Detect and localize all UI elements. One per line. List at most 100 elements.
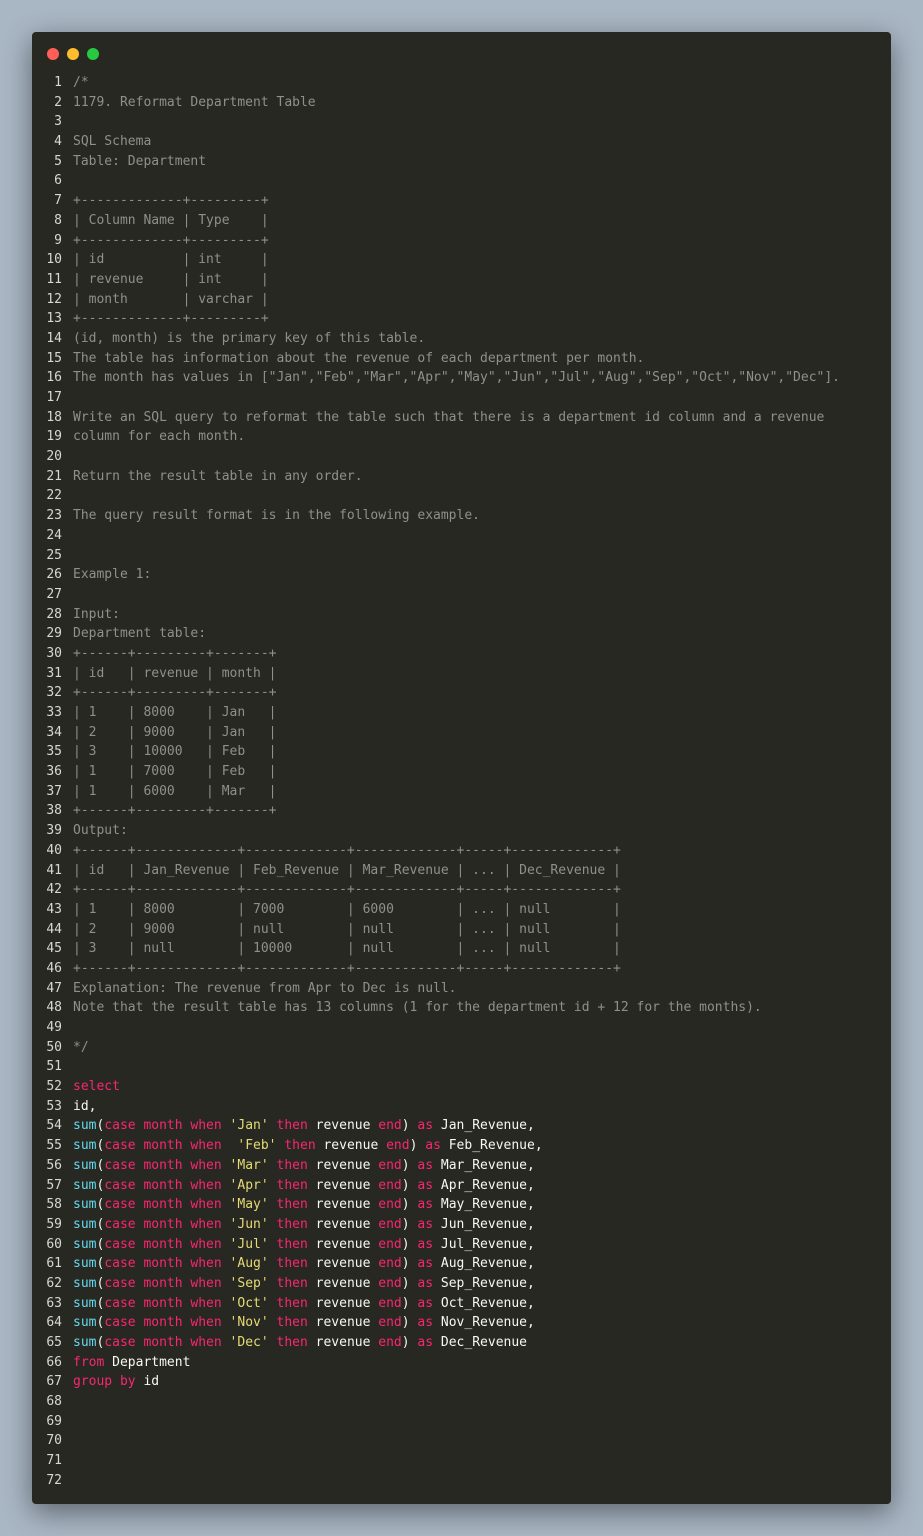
line-text: +------+-------------+-------------+----… [73,880,621,900]
code-line: 59 sum(case month when 'Jun' then revenue… [32,1215,891,1235]
code-token: | 1 | 8000 | Jan | [73,705,277,720]
code-token: as [417,1157,441,1173]
line-number: 22 [46,488,62,504]
minimize-window-dot-icon[interactable] [67,48,79,60]
code-token: sum [73,1275,97,1291]
code-token: 'Nov' [229,1315,269,1331]
code-token: sum [73,1216,97,1232]
line-number: 59 [46,1216,62,1232]
line-number: 60 [46,1236,62,1252]
code-token: Return the result table in any order. [73,468,363,484]
code-token: then [268,1157,316,1173]
line-number: 7 [54,193,62,209]
line-text: +-------------+---------+ [73,309,269,329]
code-line: 70 [32,1431,891,1451]
code-line: 2 1179. Reformat Department Table [32,93,891,113]
code-line: 11 | revenue | int | [32,270,891,290]
code-line: 50 */ [32,1038,891,1058]
code-token: Jun_Revenue, [440,1216,535,1232]
line-number: 35 [46,744,62,760]
code-token: case month when [104,1157,230,1173]
code-token: id, [73,1098,97,1114]
line-text: Note that the result table has 13 column… [73,998,762,1018]
code-token: +------+---------+-------+ [73,685,277,701]
close-window-dot-icon[interactable] [47,48,59,60]
line-number: 45 [46,941,62,957]
line-text: SQL Schema [73,132,151,152]
line-number: 24 [46,527,62,543]
code-line: 66 from Department [32,1353,891,1373]
line-text: | 1 | 7000 | Feb | [73,762,277,782]
code-token: ) [401,1275,418,1291]
code-line: 48 Note that the result table has 13 colu… [32,998,891,1018]
code-token: then [268,1335,316,1350]
line-text: +------+-------------+-------------+----… [73,959,621,979]
line-text: sum(case month when 'Feb' then revenue e… [73,1136,543,1156]
code-token: The query result format is in the follow… [73,508,480,524]
code-line: 16 The month has values in ["Jan","Feb","… [32,368,891,388]
line-number: 11 [46,271,62,287]
code-line: 24 [32,526,891,546]
code-line: 49 [32,1018,891,1038]
line-text: Example 1: [73,565,151,585]
line-number: 72 [46,1472,62,1488]
code-line: 39 Output: [32,821,891,841]
line-text: Input: [73,605,120,625]
code-token: | month | varchar | [73,291,269,307]
line-text: Write an SQL query to reformat the table… [73,408,824,428]
code-token: 'May' [229,1197,269,1213]
code-token: The month has values in ["Jan","Feb","Ma… [73,370,841,386]
line-number: 25 [46,547,62,563]
line-text: | 1 | 6000 | Mar | [73,782,277,802]
code-token: then [268,1275,316,1291]
code-token: as [417,1118,441,1134]
line-number: 19 [46,429,62,445]
code-line: 4 SQL Schema [32,132,891,152]
line-number: 3 [54,114,62,130]
code-token: end [378,1118,402,1134]
code-editor[interactable]: 1/* 2 1179. Reformat Department Table 3 4 SQL… [32,73,891,1491]
code-token: 'Sep' [229,1275,269,1291]
code-token: | id | int | [73,252,269,268]
code-line: 69 [32,1412,891,1432]
code-token: case month when [104,1315,230,1331]
code-token: sum [73,1335,97,1350]
code-line: 5 Table: Department [32,152,891,172]
code-line: 9 +-------------+---------+ [32,231,891,251]
code-line: 13 +-------------+---------+ [32,309,891,329]
line-number: 71 [46,1453,62,1469]
code-token: SQL Schema [73,134,152,150]
code-token: | id | Jan_Revenue | Feb_Revenue | Mar_R… [73,862,621,878]
code-line: 32 +------+---------+-------+ [32,683,891,703]
code-token: sum [73,1118,97,1134]
code-token: end [378,1216,402,1232]
code-token: sum [73,1315,97,1331]
code-line: 72 [32,1471,891,1491]
code-token: | 2 | 9000 | null | null | ... | null | [73,921,621,937]
line-number: 16 [46,370,62,386]
code-token: 'Jul' [229,1236,269,1252]
line-number: 26 [46,567,62,583]
line-number: 55 [46,1138,62,1154]
code-line: 8 | Column Name | Type | [32,211,891,231]
code-token: sum [73,1197,97,1213]
code-token: ) [401,1157,418,1173]
code-token: group by [73,1374,144,1390]
code-token: 'Mar' [229,1157,269,1173]
maximize-window-dot-icon[interactable] [87,48,99,60]
code-token: revenue [323,1138,387,1154]
code-token: as [417,1256,441,1272]
code-line: 61 sum(case month when 'Aug' then revenue… [32,1254,891,1274]
code-line: 25 [32,546,891,566]
code-line: 45 | 3 | null | 10000 | null | ... | null… [32,939,891,959]
code-line: 15 The table has information about the re… [32,349,891,369]
code-token: ) [401,1315,418,1331]
code-token: case month when [104,1275,230,1291]
code-token: Department [112,1354,191,1370]
code-token: Department table: [73,626,207,642]
code-line: 35 | 3 | 10000 | Feb | [32,742,891,762]
code-token: /* [73,75,89,90]
line-number: 28 [46,606,62,622]
code-token: then [268,1236,316,1252]
code-token: as [417,1177,441,1193]
